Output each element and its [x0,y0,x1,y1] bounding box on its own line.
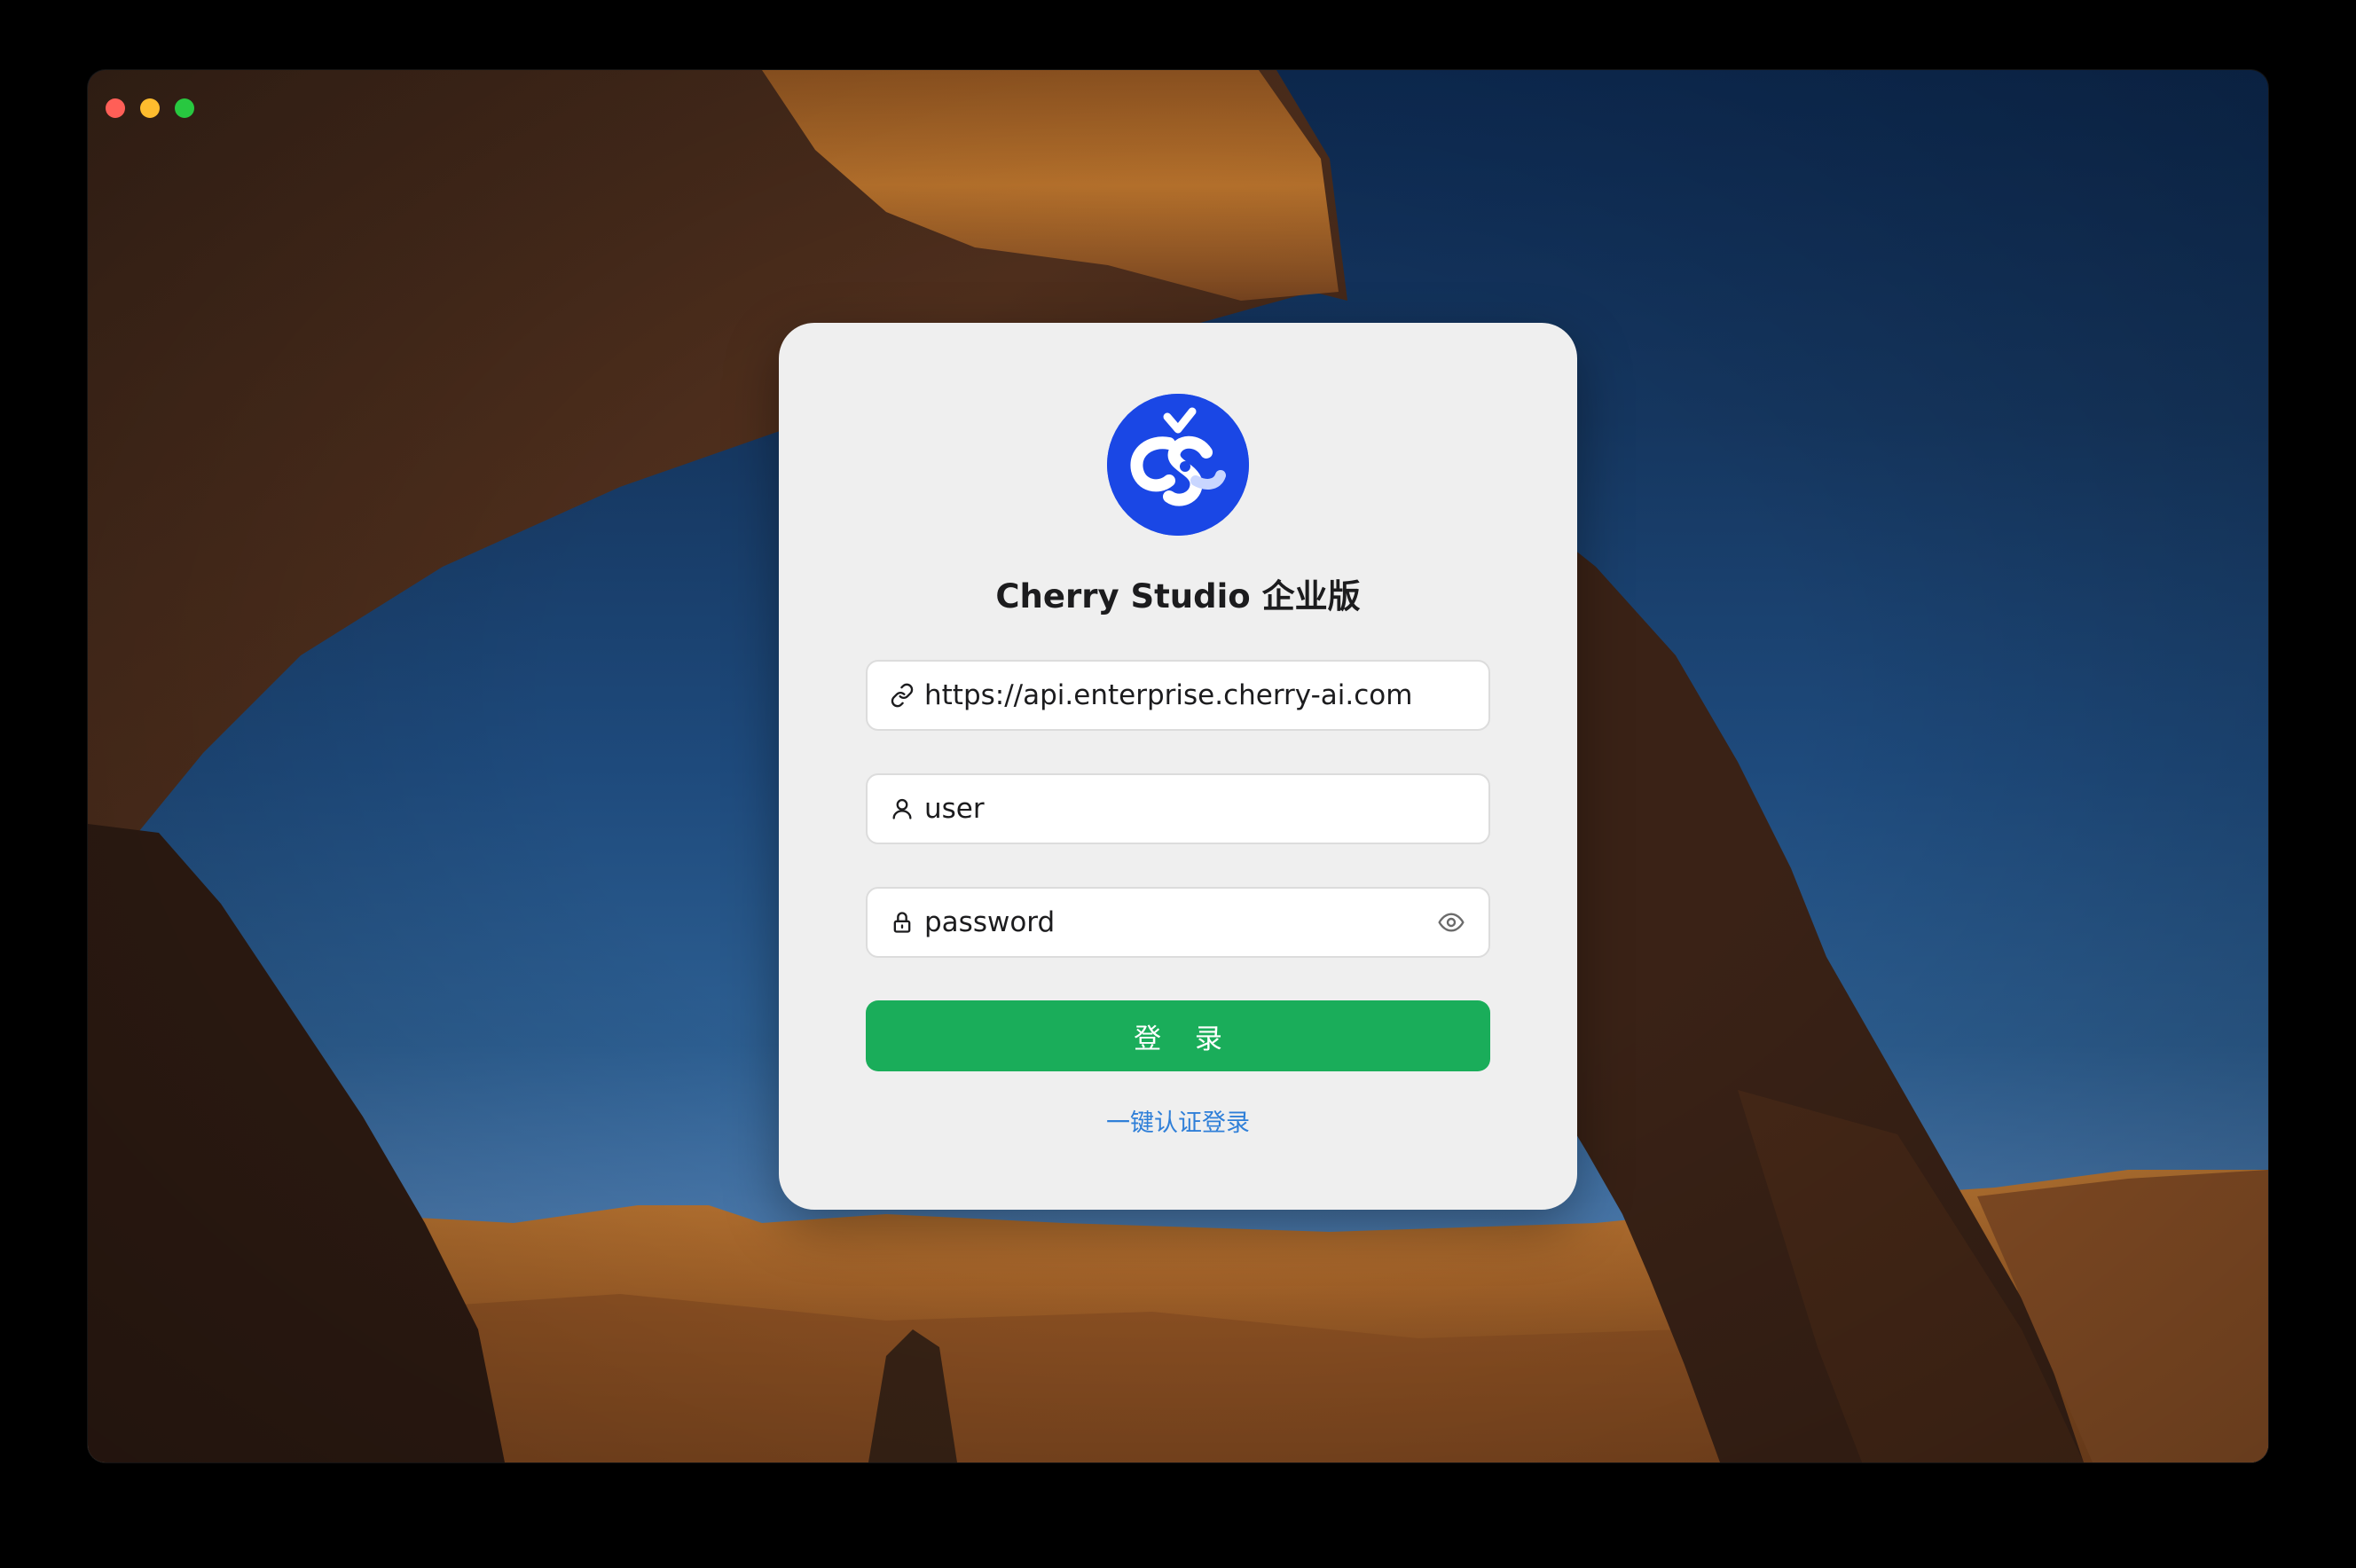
link-icon [889,682,915,709]
cherry-studio-logo-icon [1107,394,1249,536]
login-button[interactable]: 登 录 [866,1000,1490,1071]
server-url-input[interactable] [924,679,1488,711]
server-url-field[interactable] [866,660,1490,731]
zoom-button[interactable] [175,98,194,118]
user-icon [889,796,915,822]
eye-icon[interactable] [1433,905,1469,940]
username-input[interactable] [924,793,1488,825]
password-input[interactable] [924,906,1433,938]
minimize-button[interactable] [140,98,160,118]
app-title: Cherry Studio 企业版 [995,577,1361,615]
lock-icon [889,909,915,936]
login-card: Cherry Studio 企业版 https://api.enterprise… [779,323,1577,1210]
sso-login-link[interactable]: 一键认证登录 [779,1103,1577,1138]
window-controls [106,98,194,118]
password-field[interactable] [866,887,1490,958]
username-field[interactable] [866,773,1490,844]
app-window: Cherry Studio 企业版 https://api.enterprise… [88,70,2268,1462]
close-button[interactable] [106,98,125,118]
